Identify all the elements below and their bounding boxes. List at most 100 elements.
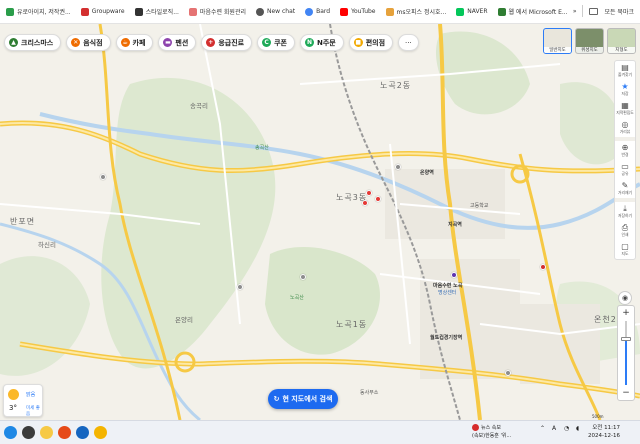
tool-streetview[interactable]: ◎ 거리뷰: [614, 118, 636, 137]
chip-coupon[interactable]: C 쿠폰: [257, 34, 295, 51]
chevron-right-icon[interactable]: »: [573, 8, 577, 15]
chrome-icon[interactable]: [94, 426, 107, 439]
chip-restaurant[interactable]: ✕ 음식점: [66, 34, 111, 51]
kakaotalk-icon[interactable]: [40, 426, 53, 439]
news-notification[interactable]: 뉴스 속보 (속보)한동훈 '위...: [472, 424, 511, 440]
map-canvas[interactable]: 노곡2동 노곡3동 노곡1동 반포면 하신리 온천2동 송곡리 온양리 송곡산 …: [0, 24, 640, 420]
zoom-control: + −: [617, 305, 635, 401]
bookmark-item[interactable]: YouTube: [340, 7, 376, 16]
bookmark-item[interactable]: 스타일로직...: [134, 7, 179, 16]
download-icon: ⤓: [623, 204, 627, 213]
bookmark-item[interactable]: New chat: [256, 7, 295, 16]
target-icon: ⊕: [621, 143, 629, 152]
all-bookmarks-link[interactable]: 모든 북마크: [604, 7, 634, 16]
map-label-station[interactable]: 온양역: [420, 169, 434, 176]
star-icon: ★: [621, 82, 629, 91]
bookmark-item[interactable]: ms오피스 정시호...: [385, 7, 446, 16]
chip-emergency[interactable]: + 응급진료: [201, 34, 253, 51]
volume-icon[interactable]: ◖: [576, 425, 579, 432]
bookmarks-bar: 유로아이지, 저작권... Groupware 스타일로직... 마음수련 회원…: [0, 0, 640, 24]
map-pin[interactable]: [237, 284, 243, 290]
tool-radius[interactable]: ⊕ 반경: [614, 141, 636, 160]
map-pin[interactable]: [505, 370, 511, 376]
streetview-icon: ◎: [621, 120, 629, 129]
tool-measure[interactable]: ✎ 거리재기: [614, 179, 636, 198]
chip-christmas[interactable]: ▲ 크리스마스: [4, 34, 62, 51]
tool-favorites[interactable]: ▤ 즐겨찾기: [614, 61, 636, 80]
youtube-icon: [340, 7, 349, 16]
map-label-area: 하신리: [38, 241, 56, 249]
map-pin[interactable]: [451, 272, 457, 278]
map-label-mountain: 송곡산: [255, 145, 269, 151]
layer-basic[interactable]: 일반지도: [543, 28, 572, 54]
map-label-poi[interactable]: 명상센터: [438, 289, 456, 296]
ruler-icon: ✎: [621, 181, 629, 190]
bookmark-icon: [134, 7, 143, 16]
map-pin[interactable]: [366, 190, 372, 196]
chip-cafe[interactable]: ☕ 카페: [115, 34, 154, 51]
tool-print[interactable]: ⎙ 인쇄: [614, 221, 636, 240]
divider: [582, 5, 584, 17]
weather-widget[interactable]: 3° 맑음 미세 좋음: [3, 384, 43, 417]
map-label-poi[interactable]: 마음수련 노곡: [433, 282, 462, 289]
tool-share[interactable]: ▭ 공유: [614, 160, 636, 179]
zoom-slider[interactable]: [621, 321, 631, 385]
map-label-poi[interactable]: 고등학교: [470, 202, 488, 209]
list-icon: ▤: [621, 63, 629, 72]
input-language[interactable]: A: [552, 425, 556, 432]
bookmark-item[interactable]: 웹 에서 Microsoft E...: [497, 7, 568, 16]
search-this-area-button[interactable]: ↻ 현 지도에서 검색: [268, 389, 338, 409]
bookmark-item[interactable]: Groupware: [80, 7, 125, 16]
layer-terrain[interactable]: 지형도: [607, 28, 636, 54]
compass-icon[interactable]: ◉: [618, 291, 632, 305]
tool-cadastral[interactable]: ▦ 지적편집도: [614, 99, 636, 118]
coupon-icon: C: [262, 38, 272, 47]
tool-download[interactable]: ⤓ 저장하기: [614, 202, 636, 221]
chip-order[interactable]: N N주문: [299, 34, 344, 51]
tool-save[interactable]: ★ 저장: [614, 80, 636, 99]
bookmark-icon: [80, 7, 89, 16]
windows-icon[interactable]: [4, 426, 17, 439]
map-pin[interactable]: [375, 196, 381, 202]
map-pin[interactable]: [395, 164, 401, 170]
air-quality: 미세 좋음: [26, 406, 40, 417]
map-pin[interactable]: [362, 200, 368, 206]
alert-icon: [472, 424, 479, 431]
bookmark-item[interactable]: 마음수련 회원관리: [188, 7, 246, 16]
chip-pension[interactable]: ▬ 펜션: [158, 34, 197, 51]
zoom-app-icon[interactable]: [76, 426, 89, 439]
bookmark-item[interactable]: Bard: [305, 7, 330, 16]
map-label-poi[interactable]: 동사무소: [360, 389, 378, 396]
map-pin[interactable]: [540, 264, 546, 270]
app-icon[interactable]: [22, 426, 35, 439]
bookmark-item[interactable]: NAVER: [456, 7, 488, 16]
bookmark-item[interactable]: 유로아이지, 저작권...: [6, 7, 71, 16]
map-icon: ▢: [621, 242, 629, 251]
bookmark-icon: [188, 7, 197, 16]
map-label-area: 노곡1동: [336, 320, 368, 329]
map-label-station[interactable]: 월드컵경기장역: [430, 334, 462, 341]
zoom-in-button[interactable]: +: [622, 308, 630, 318]
map-label-station[interactable]: 지곡역: [448, 221, 462, 228]
zoom-out-button[interactable]: −: [622, 388, 630, 398]
chip-more[interactable]: ···: [398, 34, 419, 51]
bookmarks-right: » 모든 북마크: [573, 5, 634, 17]
map-label-area: 노곡2동: [380, 81, 412, 90]
tool-map[interactable]: ▢ 지도: [614, 240, 636, 259]
map-layer-switcher: 일반지도 위성지도 지형도: [543, 28, 636, 54]
layer-satellite[interactable]: 위성지도: [575, 28, 604, 54]
zoom-slider-handle[interactable]: [621, 336, 631, 341]
folder-icon: [589, 7, 599, 15]
brave-icon[interactable]: [58, 426, 71, 439]
map-background: [0, 24, 640, 420]
map-label-area: 온양리: [175, 316, 193, 324]
map-pin[interactable]: [300, 274, 306, 280]
system-clock[interactable]: 오전 11:17 2024-12-16: [588, 424, 620, 440]
tray-chevron-icon[interactable]: ⌃: [540, 425, 545, 432]
wifi-icon[interactable]: ◔: [564, 425, 569, 432]
more-icon: ···: [405, 38, 412, 47]
weather-condition: 맑음: [26, 392, 36, 398]
map-pin[interactable]: [100, 174, 106, 180]
zoom-slider-fill: [625, 338, 627, 385]
chip-convenience[interactable]: ■ 편의점: [348, 34, 394, 51]
